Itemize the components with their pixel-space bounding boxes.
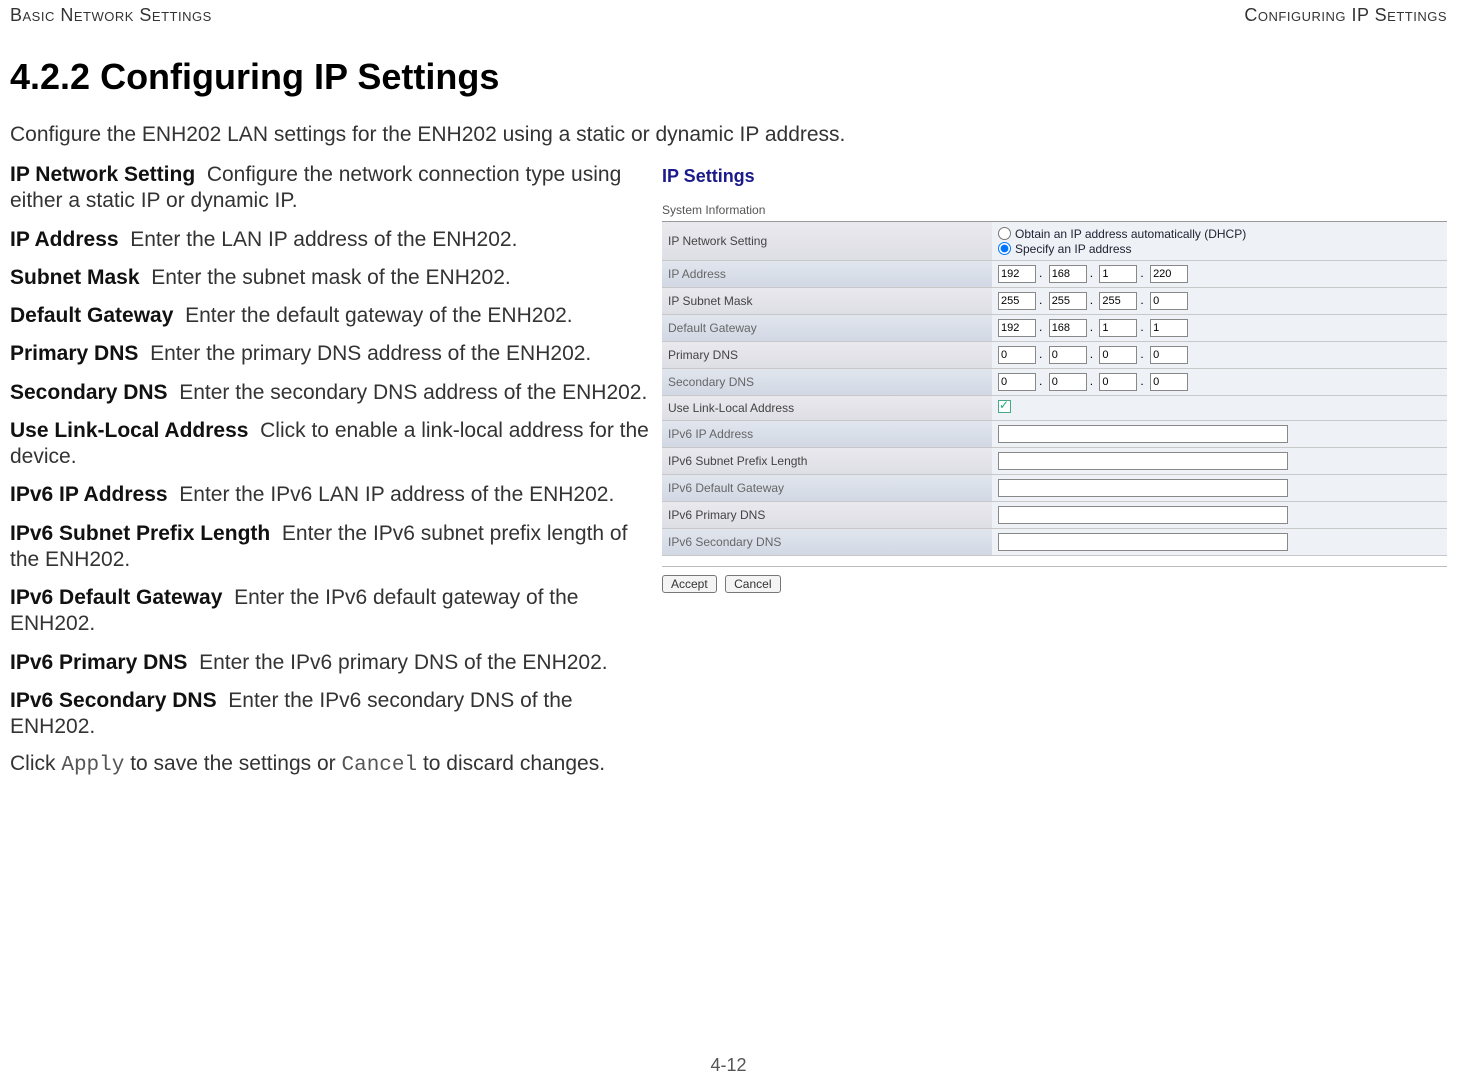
system-information-heading: System Information	[662, 193, 1447, 222]
label-ipv6-prefix: IPv6 Subnet Prefix Length	[662, 447, 992, 474]
label-ipv6-ip: IPv6 IP Address	[662, 420, 992, 447]
apply-code: Apply	[61, 754, 124, 777]
def-term: IPv6 Primary DNS	[10, 651, 187, 674]
def-term: Primary DNS	[10, 342, 138, 365]
def-term: IPv6 IP Address	[10, 483, 168, 506]
intro-text: Configure the ENH202 LAN settings for th…	[10, 123, 1447, 147]
pdns-octet-1[interactable]	[998, 346, 1036, 364]
page-number: 4-12	[0, 1055, 1457, 1076]
mask-octet-2[interactable]	[1049, 292, 1087, 310]
sdns-octet-2[interactable]	[1049, 373, 1087, 391]
mask-octet-1[interactable]	[998, 292, 1036, 310]
def-term: IP Address	[10, 228, 119, 251]
ipv6-secondary-dns-input[interactable]	[998, 533, 1288, 551]
ipv6-ip-input[interactable]	[998, 425, 1288, 443]
ipv6-gateway-input[interactable]	[998, 479, 1288, 497]
ip-octet-1[interactable]	[998, 265, 1036, 283]
def-term: Default Gateway	[10, 304, 173, 327]
radio-static-label: Specify an IP address	[1015, 242, 1132, 256]
sdns-octet-3[interactable]	[1099, 373, 1137, 391]
def-desc: Enter the subnet mask of the ENH202.	[151, 266, 511, 289]
def-term: Secondary DNS	[10, 381, 168, 404]
label-secondary-dns: Secondary DNS	[662, 368, 992, 395]
def-term: IPv6 Subnet Prefix Length	[10, 522, 270, 545]
def-term: IPv6 Secondary DNS	[10, 689, 217, 712]
ip-octet-4[interactable]	[1150, 265, 1188, 283]
cancel-button[interactable]: Cancel	[725, 575, 780, 593]
radio-dhcp[interactable]	[998, 227, 1011, 240]
footnote: Click Apply to save the settings or Canc…	[10, 752, 650, 777]
header-right: Configuring IP Settings	[1244, 5, 1447, 26]
sdns-octet-4[interactable]	[1150, 373, 1188, 391]
accept-button[interactable]: Accept	[662, 575, 717, 593]
mask-octet-4[interactable]	[1150, 292, 1188, 310]
label-link-local: Use Link-Local Address	[662, 395, 992, 420]
def-desc: Enter the secondary DNS address of the E…	[179, 381, 647, 404]
def-desc: Enter the IPv6 LAN IP address of the ENH…	[179, 483, 614, 506]
gw-octet-3[interactable]	[1099, 319, 1137, 337]
header-left: Basic Network Settings	[10, 5, 212, 26]
gw-octet-2[interactable]	[1049, 319, 1087, 337]
ip-octet-3[interactable]	[1099, 265, 1137, 283]
page-title: 4.2.2 Configuring IP Settings	[10, 56, 1447, 98]
def-desc: Enter the IPv6 primary DNS of the ENH202…	[199, 651, 608, 674]
label-ip-network-setting: IP Network Setting	[662, 222, 992, 260]
label-ip-address: IP Address	[662, 260, 992, 287]
def-term: Subnet Mask	[10, 266, 140, 289]
settings-panel: IP Settings System Information IP Networ…	[662, 162, 1447, 593]
label-subnet-mask: IP Subnet Mask	[662, 287, 992, 314]
radio-dhcp-label: Obtain an IP address automatically (DHCP…	[1015, 227, 1246, 241]
sdns-octet-1[interactable]	[998, 373, 1036, 391]
ipv6-prefix-input[interactable]	[998, 452, 1288, 470]
label-primary-dns: Primary DNS	[662, 341, 992, 368]
label-default-gateway: Default Gateway	[662, 314, 992, 341]
def-desc: Enter the primary DNS address of the ENH…	[150, 342, 591, 365]
def-desc: Enter the default gateway of the ENH202.	[185, 304, 573, 327]
label-ipv6-secondary-dns: IPv6 Secondary DNS	[662, 528, 992, 555]
definitions-column: IP Network Setting Configure the network…	[10, 162, 650, 777]
def-term: IPv6 Default Gateway	[10, 586, 222, 609]
ip-octet-2[interactable]	[1049, 265, 1087, 283]
pdns-octet-3[interactable]	[1099, 346, 1137, 364]
ipv6-primary-dns-input[interactable]	[998, 506, 1288, 524]
checkbox-link-local[interactable]	[998, 400, 1011, 413]
def-term: Use Link-Local Address	[10, 419, 248, 442]
def-term: IP Network Setting	[10, 163, 195, 186]
cancel-code: Cancel	[341, 754, 417, 777]
mask-octet-3[interactable]	[1099, 292, 1137, 310]
label-ipv6-gateway: IPv6 Default Gateway	[662, 474, 992, 501]
gw-octet-1[interactable]	[998, 319, 1036, 337]
panel-title: IP Settings	[662, 166, 1447, 187]
def-desc: Enter the LAN IP address of the ENH202.	[130, 228, 517, 251]
label-ipv6-primary-dns: IPv6 Primary DNS	[662, 501, 992, 528]
radio-static[interactable]	[998, 242, 1011, 255]
gw-octet-4[interactable]	[1150, 319, 1188, 337]
pdns-octet-4[interactable]	[1150, 346, 1188, 364]
pdns-octet-2[interactable]	[1049, 346, 1087, 364]
